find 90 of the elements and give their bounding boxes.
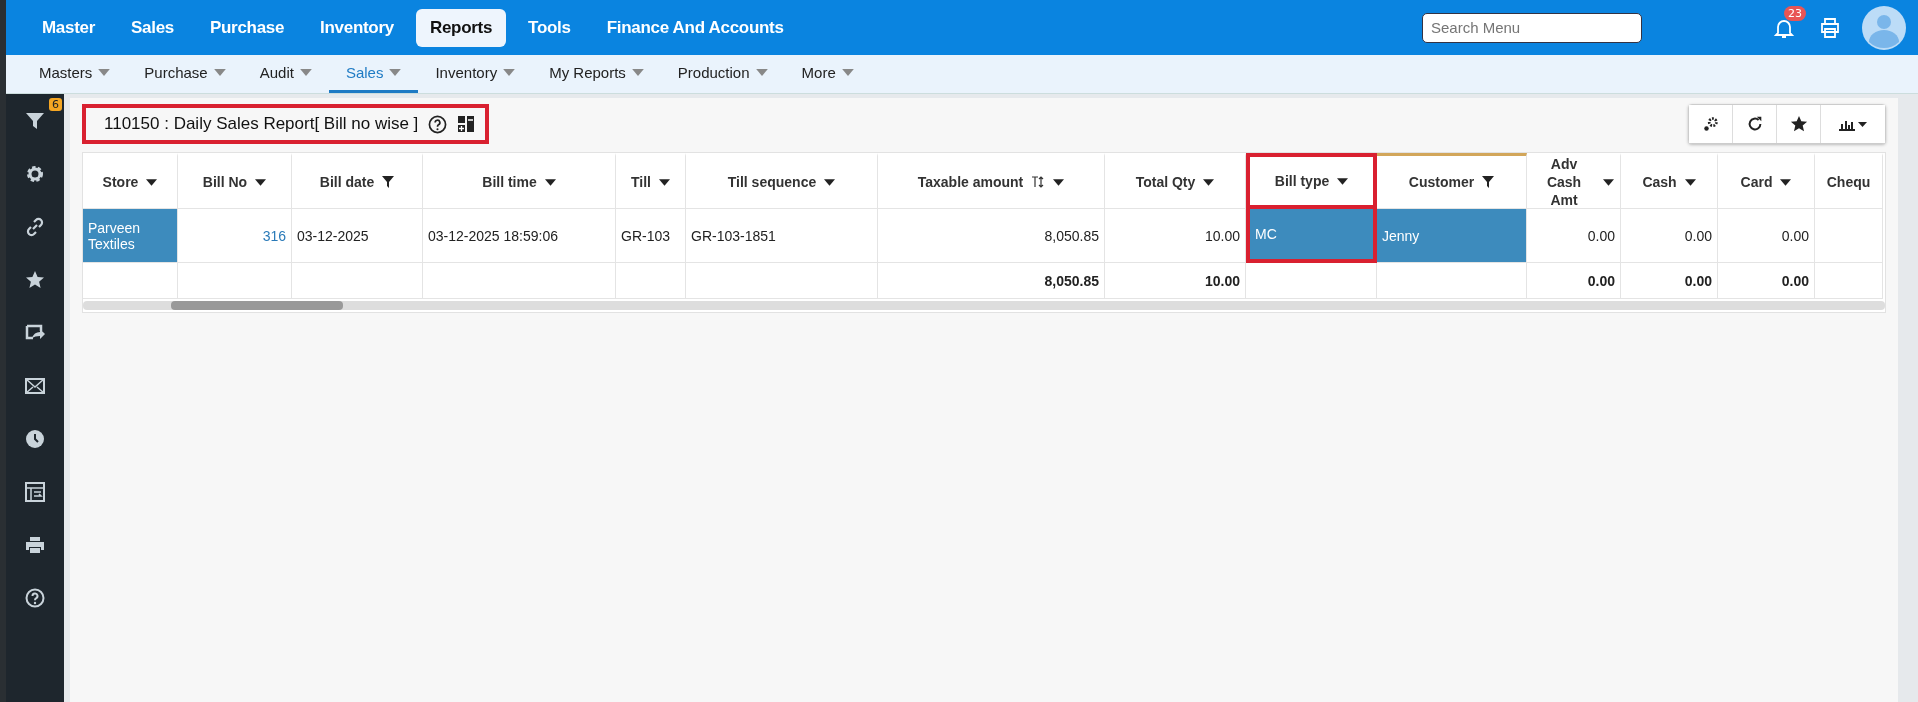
caret-icon xyxy=(631,69,644,76)
table-cell: 03-12-2025 xyxy=(292,209,423,263)
caret-icon[interactable] xyxy=(1053,178,1065,186)
favorite-button[interactable] xyxy=(1777,105,1821,143)
table-icon[interactable] xyxy=(25,481,45,502)
table-cell: 316 xyxy=(178,209,292,263)
caret-icon xyxy=(389,69,402,76)
mail-icon[interactable] xyxy=(25,377,45,394)
column-header[interactable]: Bill type xyxy=(1246,153,1377,209)
submenu-item[interactable]: Masters xyxy=(22,55,128,93)
caret-icon[interactable] xyxy=(1603,178,1614,186)
table-cell: MC xyxy=(1246,209,1377,263)
caret-icon[interactable] xyxy=(1780,178,1792,186)
column-header[interactable]: Cash xyxy=(1621,153,1718,209)
table-cell: GR-103 xyxy=(616,209,686,263)
table-cell: 03-12-2025 18:59:06 xyxy=(423,209,616,263)
menu-tab[interactable]: Sales xyxy=(117,8,188,47)
table-cell: 0.00 xyxy=(1621,209,1718,263)
submenu-item[interactable]: My Reports xyxy=(532,55,661,93)
total-cell: 10.00 xyxy=(1105,263,1246,299)
caret-icon[interactable] xyxy=(659,178,670,186)
column-header[interactable]: Bill time xyxy=(423,153,616,209)
refresh-button[interactable] xyxy=(1733,105,1777,143)
caret-icon[interactable] xyxy=(146,178,158,186)
search-field[interactable]: Search Menu xyxy=(1422,12,1642,43)
star-icon xyxy=(1789,115,1808,133)
notification-count: 23 xyxy=(1784,5,1806,21)
caret-icon xyxy=(503,69,516,76)
empty-cell xyxy=(1815,263,1883,299)
column-header[interactable]: Chequ xyxy=(1815,153,1883,209)
caret-icon xyxy=(755,69,768,76)
column-header[interactable]: Bill No xyxy=(178,153,292,209)
text-sort-icon[interactable] xyxy=(1031,176,1046,188)
scrollbar-thumb[interactable] xyxy=(171,301,343,310)
menu-tab[interactable]: Finance And Accounts xyxy=(592,8,798,47)
help-icon[interactable] xyxy=(428,114,448,134)
table-cell: 0.00 xyxy=(1527,209,1621,263)
column-header[interactable]: Till sequence xyxy=(686,153,878,209)
column-header[interactable]: Total Qty xyxy=(1105,153,1246,209)
total-cell: 8,050.85 xyxy=(878,263,1105,299)
total-cell: 0.00 xyxy=(1527,263,1621,299)
caret-icon[interactable] xyxy=(824,178,836,186)
filter-count: 6 xyxy=(49,98,62,111)
link-icon[interactable] xyxy=(25,216,45,237)
caret-icon[interactable] xyxy=(1684,178,1696,186)
menu-tab[interactable]: Tools xyxy=(514,8,585,47)
menu-tab[interactable]: Reports xyxy=(415,8,507,47)
caret-icon xyxy=(98,69,111,76)
table-cell: Jenny xyxy=(1377,209,1527,263)
caret-icon[interactable] xyxy=(1337,177,1349,185)
column-header[interactable]: Taxable amount xyxy=(878,153,1105,209)
printer-icon[interactable] xyxy=(25,534,45,555)
column-header[interactable]: Adv Cash Amt xyxy=(1527,153,1621,209)
gears-icon xyxy=(1701,115,1720,133)
empty-cell xyxy=(1815,209,1883,263)
menu-tab[interactable]: Master xyxy=(28,8,109,47)
caret-icon[interactable] xyxy=(544,178,556,186)
settings-icon[interactable] xyxy=(25,163,45,184)
submenu-item[interactable]: Audit xyxy=(242,55,329,93)
star-icon[interactable] xyxy=(25,269,45,290)
settings-button[interactable] xyxy=(1689,105,1733,143)
avatar-icon[interactable] xyxy=(1862,5,1906,50)
submenu-item[interactable]: More xyxy=(784,55,871,93)
column-header[interactable]: Till xyxy=(616,153,686,209)
chart-button[interactable] xyxy=(1821,105,1885,143)
caret-icon xyxy=(841,69,854,76)
submenu-item[interactable]: Inventory xyxy=(418,55,533,93)
total-cell: 0.00 xyxy=(1621,263,1718,299)
empty-cell xyxy=(616,263,686,299)
menu-tab[interactable]: Purchase xyxy=(195,8,299,47)
caret-icon xyxy=(299,69,312,76)
caret-icon xyxy=(213,69,226,76)
table-cell: 8,050.85 xyxy=(878,209,1105,263)
report-title: 110150 : Daily Sales Report[ Bill no wise ] xyxy=(104,114,419,134)
filter-icon[interactable] xyxy=(1482,176,1495,188)
menu-tab[interactable]: Inventory xyxy=(306,8,408,47)
table-cell: GR-103-1851 xyxy=(686,209,878,263)
column-header[interactable]: Card xyxy=(1718,153,1815,209)
filter-icon[interactable] xyxy=(382,176,395,188)
layout-icon[interactable] xyxy=(457,115,476,133)
table-cell: Parveen Textiles xyxy=(83,209,178,263)
total-cell: 0.00 xyxy=(1718,263,1815,299)
caret-icon[interactable] xyxy=(1203,178,1215,186)
submenu-item[interactable]: Purchase xyxy=(127,55,243,93)
table-cell: 0.00 xyxy=(1718,209,1815,263)
filter-icon[interactable] xyxy=(25,110,45,131)
column-header[interactable]: Bill date xyxy=(292,153,423,209)
clock-icon[interactable] xyxy=(25,428,45,449)
submenu-item[interactable]: Production xyxy=(660,55,785,93)
caret-icon[interactable] xyxy=(255,178,267,186)
